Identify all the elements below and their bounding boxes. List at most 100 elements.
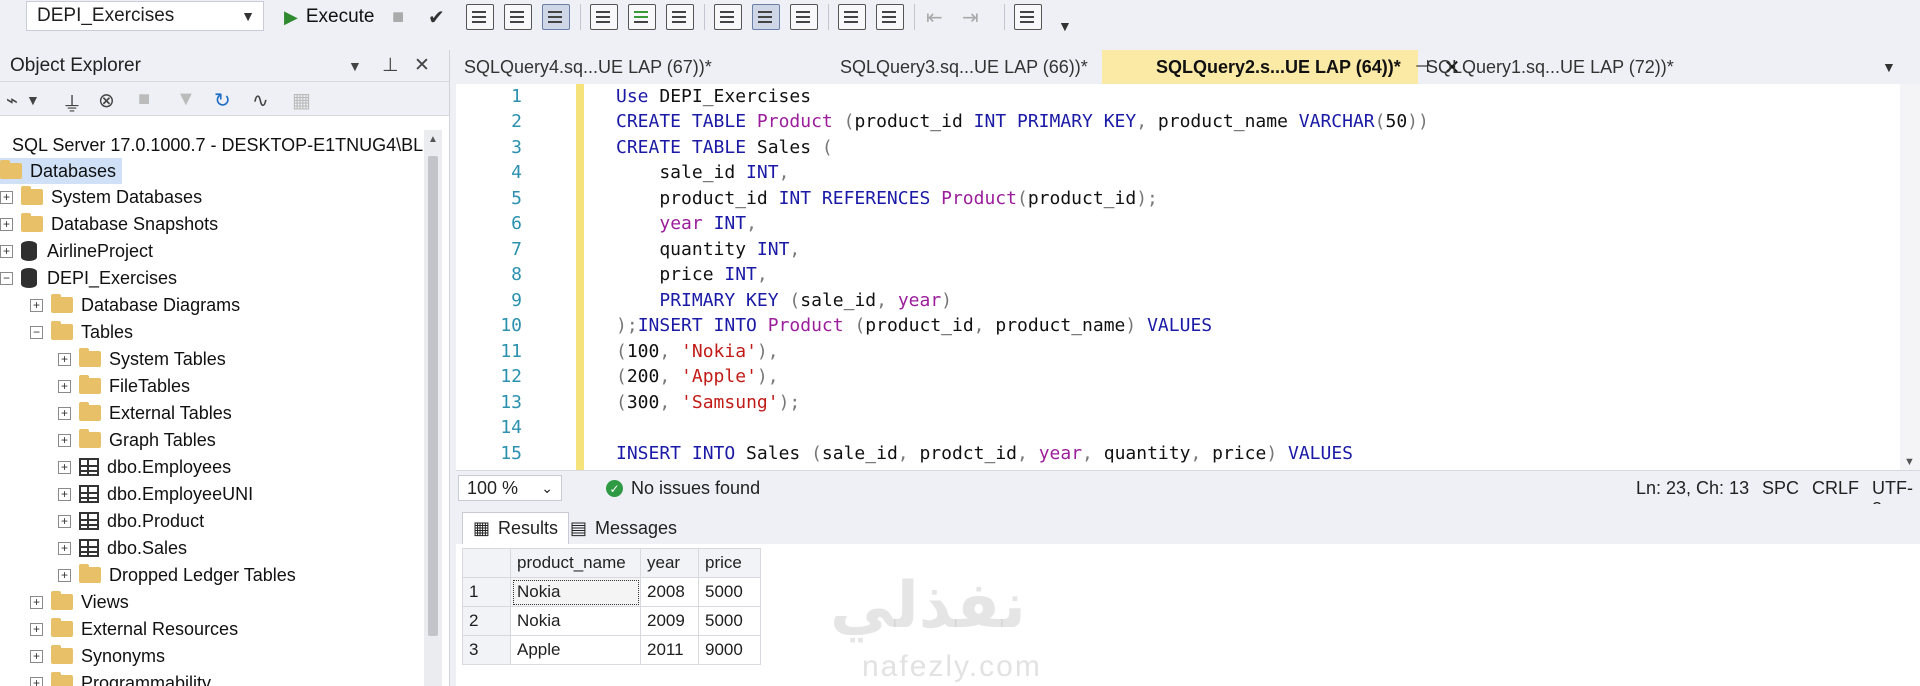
stop-icon[interactable]: ■ [138,88,150,111]
tree-node[interactable]: + Database Snapshots [0,211,218,237]
comment-icon[interactable] [838,4,866,30]
expand-icon[interactable]: + [30,622,43,636]
activity-monitor-icon[interactable]: ∿ [252,88,269,113]
tree-node[interactable]: + dbo.Product [58,508,204,534]
client-stats-icon[interactable] [666,4,694,30]
expand-icon[interactable]: + [30,595,43,609]
column-header[interactable]: product_name [510,548,641,578]
expand-icon[interactable]: + [58,352,71,366]
disconnect-icon[interactable]: ⊗ [98,88,115,113]
execute-button[interactable]: ▶ Execute [284,3,375,31]
uncomment-icon[interactable] [876,4,904,30]
row-number[interactable]: 1 [462,577,511,607]
tree-server-node[interactable]: SQL Server 17.0.1000.7 - DESKTOP-E1TNUG4… [12,132,424,158]
tab-sqlquery4[interactable]: SQLQuery4.sq...UE LAP (67))* [452,50,776,84]
chevron-down-icon[interactable]: ▼ [348,58,362,74]
results-to-text-icon[interactable] [542,4,570,30]
expand-icon[interactable]: + [58,379,71,393]
tree-node[interactable]: + Programmability [30,670,211,686]
expand-icon[interactable]: + [58,514,71,528]
expand-icon[interactable]: + [0,244,13,258]
line-ending[interactable]: CRLF [1812,478,1859,499]
tree-node[interactable]: + System Databases [0,184,202,210]
chevron-down-icon[interactable]: ▼ [26,92,40,108]
column-header[interactable]: price [698,548,761,578]
connect-icon[interactable]: ⌁ [6,88,18,113]
editor-scrollbar[interactable]: ▼ [1900,84,1920,470]
filter-icon[interactable]: ▼ [176,88,196,111]
zoom-select[interactable]: 100 % ⌄ [458,475,562,501]
grid-cell[interactable]: 2011 [640,635,699,665]
scroll-up-icon[interactable]: ▲ [428,134,438,145]
grid-cell[interactable]: 5000 [698,606,761,636]
tree-node[interactable]: + Database Diagrams [30,292,240,318]
row-number[interactable]: 2 [462,606,511,636]
table-row[interactable]: 2 Nokia 2009 5000 [462,606,761,636]
results-to-file-icon[interactable] [790,4,818,30]
expand-icon[interactable]: + [58,541,71,555]
tree-node[interactable]: + Synonyms [30,643,165,669]
plug-icon[interactable]: ⏚ [62,88,82,117]
whitespace-mode[interactable]: SPC [1762,478,1799,499]
expand-icon[interactable]: + [58,460,71,474]
grid-cell[interactable]: 2009 [640,606,699,636]
grid-cell[interactable]: Nokia [510,606,641,636]
expand-icon[interactable]: + [30,298,43,312]
collapse-icon[interactable]: − [0,271,13,285]
display-plan-icon[interactable] [466,4,494,30]
scroll-down-icon[interactable]: ▼ [1904,456,1915,468]
scrollbar-thumb[interactable] [428,156,438,636]
tree-node-databases[interactable]: Databases [0,158,123,184]
grid-cell[interactable]: Apple [510,635,641,665]
expand-icon[interactable]: + [58,568,71,582]
tab-messages[interactable]: ▤ Messages [560,512,687,544]
expand-icon[interactable]: + [30,676,43,686]
tab-sqlquery3[interactable]: SQLQuery3.sq...UE LAP (66))* [778,50,1102,84]
pin-icon[interactable]: ⊥ [382,54,399,77]
refresh-icon[interactable]: ↻ [214,88,231,113]
tab-overflow-icon[interactable]: ▼ [1870,50,1910,84]
expand-icon[interactable]: + [30,649,43,663]
close-icon[interactable]: ✕ [414,54,430,77]
expand-icon[interactable]: + [58,433,71,447]
tree-node[interactable]: + dbo.Sales [58,535,187,561]
results-grid-active-icon[interactable] [752,4,780,30]
grid-cell[interactable]: 2008 [640,577,699,607]
query-options-icon[interactable] [504,4,532,30]
grid-cell[interactable]: 5000 [698,577,761,607]
table-row[interactable]: 3 Apple 2011 9000 [462,635,761,665]
tree-node[interactable]: + FileTables [58,373,190,399]
summary-icon[interactable]: ▦ [292,88,311,113]
tree-node[interactable]: − Tables [30,319,133,345]
tree-node[interactable]: + Views [30,589,129,615]
row-number-header[interactable] [462,548,511,578]
tree-node[interactable]: + External Tables [58,400,232,426]
include-plan-icon[interactable] [590,4,618,30]
tree-node[interactable]: + External Resources [30,616,238,642]
grid-cell[interactable]: Nokia [510,577,641,607]
tree-node[interactable]: + Dropped Ledger Tables [58,562,296,588]
tree-node[interactable]: − DEPI_Exercises [0,265,177,291]
toolbar-overflow-icon[interactable]: ▼ [1058,12,1072,40]
expand-icon[interactable]: + [58,487,71,501]
tree-node[interactable]: + dbo.EmployeeUNI [58,481,253,507]
results-grid[interactable]: product_name year price 1 Nokia 2008 500… [462,548,761,665]
indent-icon[interactable]: ⇥ [962,3,979,31]
tree-node[interactable]: + Graph Tables [58,427,216,453]
parse-check-icon[interactable]: ✔ [428,3,445,31]
expand-icon[interactable]: + [58,406,71,420]
sql-editor[interactable]: 1 2 3 4 5 6 7 8 9 10 11 12 13 14 15 Use … [456,84,1920,470]
live-stats-icon[interactable] [628,4,656,30]
tree-node[interactable]: + AirlineProject [0,238,153,264]
outdent-icon[interactable]: ⇤ [926,3,943,31]
object-explorer-scrollbar[interactable]: ▲ [424,130,442,686]
tree-node[interactable]: + System Tables [58,346,226,372]
issues-indicator[interactable]: ✓ No issues found [606,478,760,499]
tree-node[interactable]: + dbo.Employees [58,454,231,480]
specify-values-icon[interactable] [1014,4,1042,30]
collapse-icon[interactable]: − [30,325,43,339]
stop-icon[interactable]: ■ [392,3,404,31]
row-number[interactable]: 3 [462,635,511,665]
tab-sqlquery1[interactable]: SQLQuery1.sq...UE LAP (72))* [1418,50,1698,84]
database-select[interactable]: DEPI_Exercises ▼ [26,1,264,31]
